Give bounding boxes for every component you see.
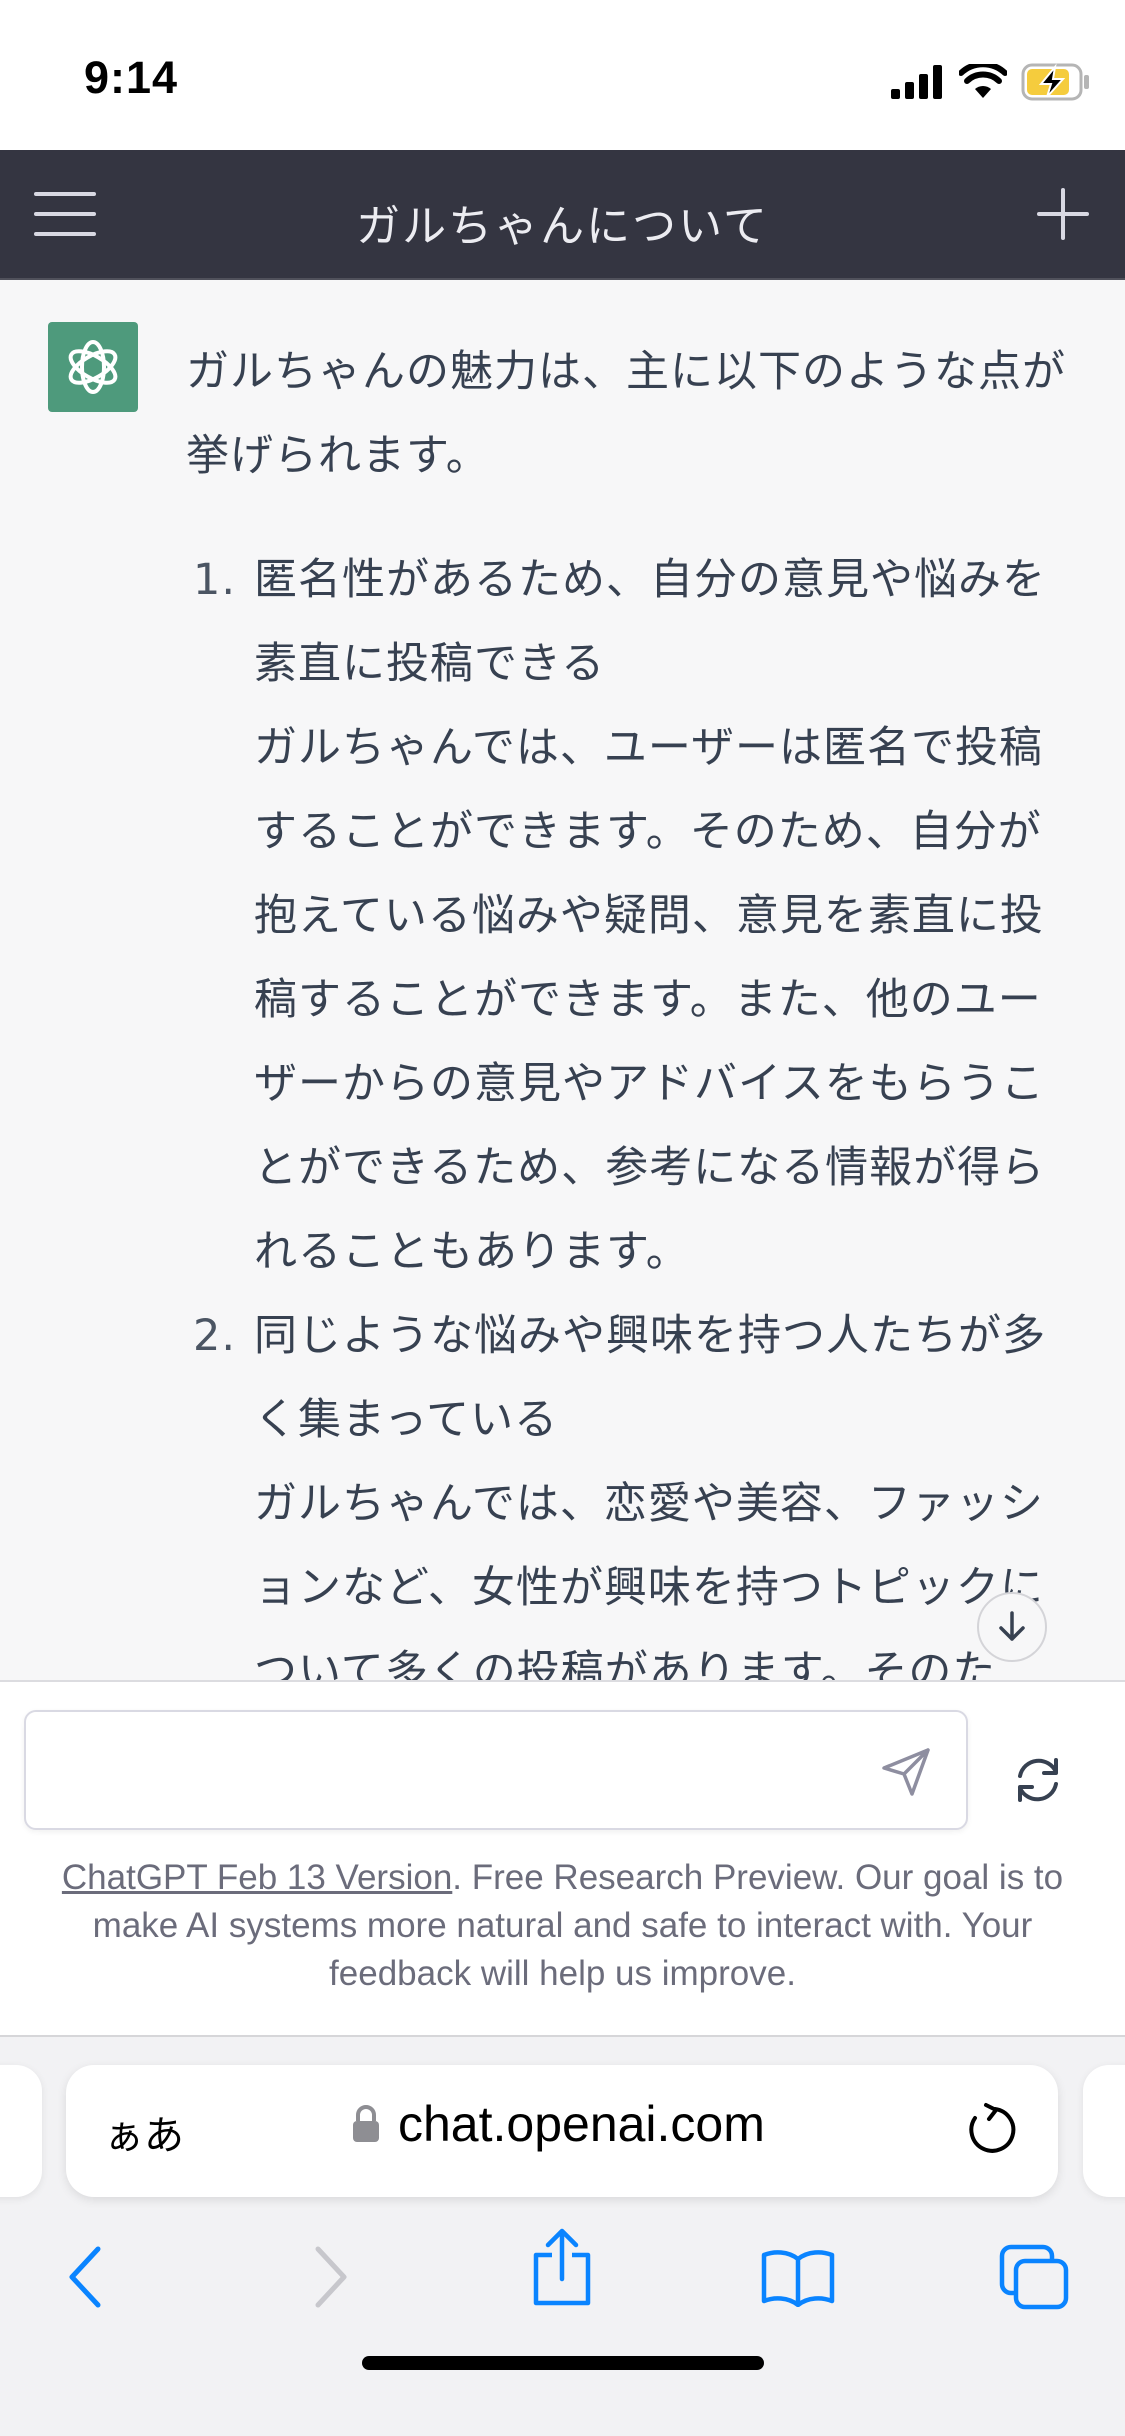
status-icons [891, 60, 1091, 104]
url-group: chat.openai.com [352, 2095, 765, 2153]
bookmarks-button[interactable] [758, 2237, 838, 2317]
reload-icon[interactable] [962, 2101, 1020, 2159]
version-link[interactable]: ChatGPT Feb 13 Version [62, 1858, 452, 1897]
back-icon [69, 2246, 101, 2308]
battery-charging-icon [1021, 63, 1089, 101]
cellular-signal-icon [891, 65, 942, 99]
back-button[interactable] [46, 2237, 126, 2317]
message-input-box [24, 1710, 968, 1830]
share-icon [533, 2228, 591, 2306]
list-item-title: 匿名性があるため、自分の意見や悩みを素直に投稿できる [254, 555, 1046, 689]
list-item: 2. 同じような悩みや興味を持つ人たちが多く集まっている ガルちゃんでは、恋愛や… [186, 1294, 1066, 1680]
conversation-title: ガルちゃんについて [356, 201, 769, 252]
send-icon[interactable] [880, 1746, 932, 1798]
composer: ChatGPT Feb 13 Version. Free Research Pr… [0, 1680, 1125, 2035]
message-input[interactable] [46, 1732, 870, 1810]
list-item: 1. 匿名性があるため、自分の意見や悩みを素直に投稿できる ガルちゃんでは、ユー… [186, 538, 1066, 1294]
previous-tab-preview[interactable] [0, 2065, 42, 2197]
assistant-avatar [48, 322, 138, 412]
list-item-body: ガルちゃんでは、ユーザーは匿名で投稿することができます。そのため、自分が抱えてい… [254, 723, 1046, 1277]
list-item-title: 同じような悩みや興味を持つ人たちが多く集まっている [254, 1311, 1046, 1445]
message-list: 1. 匿名性があるため、自分の意見や悩みを素直に投稿できる ガルちゃんでは、ユー… [186, 538, 1066, 1680]
browser-bar: ぁあ chat.openai.com [0, 2035, 1125, 2436]
status-time: 9:14 [84, 52, 179, 103]
home-indicator [362, 2356, 764, 2370]
list-number: 1. [192, 555, 236, 605]
bookmarks-icon [761, 2250, 835, 2307]
refresh-icon[interactable] [1010, 1752, 1066, 1808]
share-button[interactable] [522, 2227, 602, 2307]
arrow-down-icon [999, 1611, 1025, 1641]
assistant-message: ガルちゃんの魅力は、主に以下のような点が挙げられます。 1. 匿名性があるため、… [186, 330, 1066, 1680]
forward-button[interactable] [290, 2237, 370, 2317]
tabs-icon [999, 2244, 1069, 2310]
lock-icon [353, 2105, 379, 2142]
chat-area: ガルちゃんの魅力は、主に以下のような点が挙げられます。 1. 匿名性があるため、… [0, 280, 1125, 1680]
tabs-button[interactable] [994, 2237, 1074, 2317]
disclaimer: ChatGPT Feb 13 Version. Free Research Pr… [30, 1854, 1095, 1998]
browser-toolbar [0, 2227, 1125, 2347]
plus-icon[interactable] [1035, 186, 1091, 242]
forward-icon [315, 2246, 347, 2308]
list-item-body: ガルちゃんでは、恋愛や美容、ファッションなど、女性が興味を持つトピックについて多… [254, 1479, 1044, 1680]
page-settings-button[interactable]: ぁあ [104, 2103, 184, 2161]
hamburger-menu-icon[interactable] [34, 190, 96, 238]
scroll-to-bottom-button[interactable] [977, 1592, 1047, 1662]
status-bar: 9:14 [0, 0, 1125, 150]
address-bar[interactable]: ぁあ chat.openai.com [66, 2065, 1058, 2197]
app-header: ガルちゃんについて [0, 150, 1125, 280]
message-intro: ガルちゃんの魅力は、主に以下のような点が挙げられます。 [186, 347, 1066, 481]
list-number: 2. [192, 1311, 236, 1361]
openai-logo-icon [68, 340, 118, 394]
screen: 9:14 ガルちゃんについて ガルちゃんの魅力は、主に以下のような点が挙げられま… [0, 0, 1125, 2436]
next-tab-preview[interactable] [1083, 2065, 1125, 2197]
url-text: chat.openai.com [398, 2096, 765, 2152]
wifi-icon [959, 64, 1007, 98]
